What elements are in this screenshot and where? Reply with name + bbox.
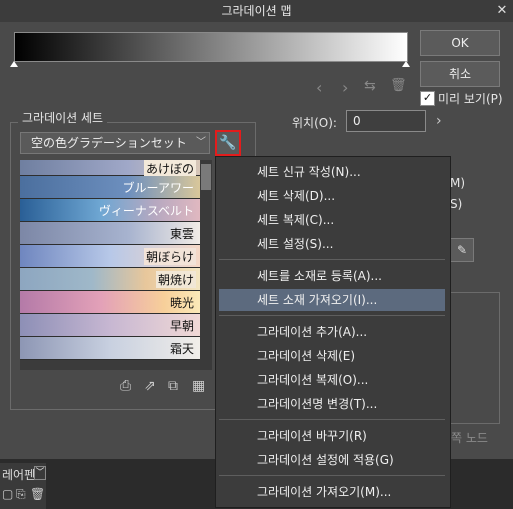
- scrollbar-thumb[interactable]: [201, 164, 211, 190]
- gradient-name: 朝焼け: [155, 271, 196, 288]
- import-icon[interactable]: ⎙: [120, 378, 131, 394]
- layer-new-icon[interactable]: ▢: [2, 487, 13, 501]
- menu-item-delete-gradient[interactable]: 그라데이션 삭제(E): [219, 345, 445, 367]
- menu-item-add-gradient[interactable]: 그라데이션 추가(A)...: [219, 321, 445, 343]
- gradient-name: 東雲: [169, 227, 194, 241]
- next-arrow-icon[interactable]: ›: [436, 113, 442, 129]
- gradient-stop-left[interactable]: [10, 61, 18, 67]
- wrench-icon[interactable]: 🔧: [215, 130, 241, 156]
- menu-item-duplicate-gradient[interactable]: 그라데이션 복제(O)...: [219, 369, 445, 391]
- layer-label: 레어펜: [2, 468, 36, 482]
- list-item[interactable]: 朝焼け: [20, 268, 200, 291]
- menu-item-delete-set[interactable]: 세트 삭제(D)...: [219, 185, 445, 207]
- gradient-name: 朝ぼらけ: [143, 248, 196, 265]
- menu-item-new-set[interactable]: 세트 신규 작성(N)...: [219, 161, 445, 183]
- swap-icon[interactable]: ⇆: [364, 78, 376, 94]
- gradient-preview-bar[interactable]: [14, 32, 408, 62]
- position-input[interactable]: 0: [346, 110, 426, 132]
- menu-item-import-set-material[interactable]: 세트 소재 가져오기(I)...: [219, 289, 445, 311]
- preview-checkbox[interactable]: ✓: [420, 91, 435, 106]
- list-scrollbar[interactable]: [200, 160, 212, 370]
- ok-button[interactable]: OK: [420, 30, 500, 56]
- menu-item-set-settings[interactable]: 세트 설정(S)...: [219, 233, 445, 255]
- context-menu: 세트 신규 작성(N)... 세트 삭제(D)... 세트 복제(C)... 세…: [215, 156, 451, 508]
- preview-label: 미리 보기(P): [438, 92, 503, 106]
- prev-stop-icon[interactable]: ‹: [316, 78, 322, 97]
- menu-item-duplicate-set[interactable]: 세트 복제(C)...: [219, 209, 445, 231]
- mode-fragment: M): [450, 176, 466, 190]
- list-item[interactable]: ヴィーナスベルト: [20, 199, 200, 222]
- duplicate-icon[interactable]: ⧉: [168, 378, 178, 394]
- gradient-set-label: 그라데이션 세트: [18, 109, 108, 126]
- list-item[interactable]: 早朝: [20, 314, 200, 337]
- gradient-name: ブルーアワー: [122, 181, 194, 195]
- gradient-list: あけぼの ブルーアワー ヴィーナスベルト 東雲 朝ぼらけ 朝焼け 暁光 早朝 霜…: [20, 160, 200, 370]
- export-icon[interactable]: ⇗: [144, 378, 156, 394]
- menu-item-replace-gradient[interactable]: 그라데이션 바꾸기(R): [219, 425, 445, 447]
- gradient-set-dropdown[interactable]: 空の色グラデーションセット: [20, 132, 210, 154]
- chevron-down-icon[interactable]: ﹀: [34, 466, 46, 480]
- next-stop-icon[interactable]: ›: [342, 78, 348, 97]
- layer-delete-icon[interactable]: 🗑: [30, 487, 45, 501]
- menu-separator: [219, 475, 445, 476]
- list-item[interactable]: 霜天: [20, 337, 200, 360]
- menu-separator: [219, 419, 445, 420]
- window-title: 그라데이션 맵: [221, 4, 292, 18]
- eyedropper-icon[interactable]: ✎: [450, 238, 474, 262]
- menu-item-rename-gradient[interactable]: 그라데이션명 변경(T)...: [219, 393, 445, 415]
- list-item[interactable]: 暁光: [20, 291, 200, 314]
- gradient-stop-right[interactable]: [402, 61, 410, 67]
- cancel-button[interactable]: 취소: [420, 61, 500, 87]
- list-item[interactable]: 朝ぼらけ: [20, 245, 200, 268]
- menu-separator: [219, 315, 445, 316]
- menu-separator: [219, 259, 445, 260]
- close-icon[interactable]: ✕: [492, 0, 512, 22]
- menu-item-import-gradient[interactable]: 그라데이션 가져오기(M)...: [219, 481, 445, 503]
- chevron-down-icon[interactable]: ﹀: [196, 132, 210, 154]
- mode-fragment-2: S): [450, 197, 463, 211]
- gradient-name: 早朝: [169, 319, 194, 333]
- list-item[interactable]: あけぼの: [20, 160, 200, 177]
- material-icon[interactable]: ▦: [192, 378, 205, 394]
- layer-copy-icon[interactable]: ⎘: [16, 487, 26, 502]
- gradient-name: あけぼの: [143, 160, 196, 177]
- list-item[interactable]: ブルーアワー: [20, 176, 200, 199]
- list-item[interactable]: 東雲: [20, 222, 200, 245]
- gradient-name: 霜天: [169, 342, 194, 356]
- delete-stop-icon[interactable]: 🗑: [390, 78, 407, 93]
- menu-item-apply-gradient[interactable]: 그라데이션 설정에 적용(G): [219, 449, 445, 471]
- menu-item-register-material[interactable]: 세트를 소재로 등록(A)...: [219, 265, 445, 287]
- gradient-name: 暁光: [169, 296, 194, 310]
- position-label: 위치(O):: [292, 116, 337, 130]
- gradient-name: ヴィーナスベルト: [98, 204, 194, 218]
